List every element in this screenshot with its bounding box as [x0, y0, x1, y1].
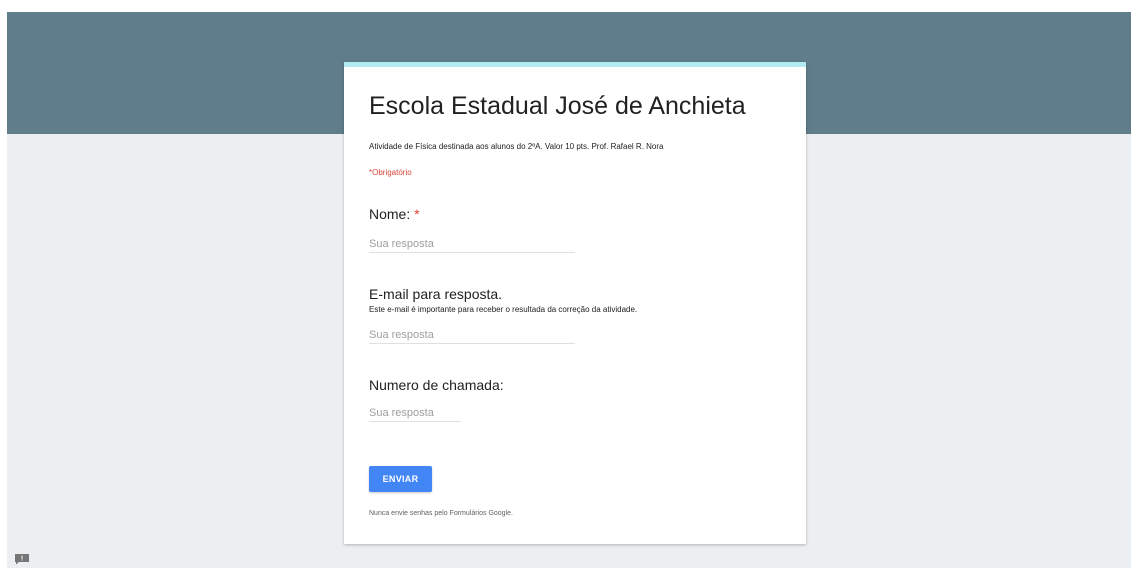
form-card: Escola Estadual José de Anchieta Ativida… [344, 62, 806, 544]
footer-note: Nunca envie senhas pelo Formulários Goog… [369, 510, 513, 517]
email-input[interactable] [369, 327, 575, 344]
question-label-numero-chamada: Numero de chamada: [369, 377, 504, 393]
question-label-nome: Nome: * [369, 206, 420, 222]
card-accent-bar [344, 62, 806, 67]
question-label-text: Nome: [369, 206, 411, 222]
call-number-input[interactable] [369, 405, 461, 422]
required-asterisk: * [414, 206, 420, 222]
form-description: Atividade de Física destinada aos alunos… [369, 142, 664, 151]
svg-text:!: ! [21, 556, 23, 563]
required-note: *Obrigatório [369, 168, 412, 177]
submit-button[interactable]: ENVIAR [369, 466, 432, 492]
question-label-email: E-mail para resposta. [369, 286, 503, 302]
form-title: Escola Estadual José de Anchieta [369, 92, 746, 120]
question-help-email: Este e-mail é importante para receber o … [369, 305, 638, 314]
report-feedback-icon: ! [15, 554, 29, 565]
name-input[interactable] [369, 236, 575, 253]
report-feedback-button[interactable]: ! [14, 552, 30, 565]
